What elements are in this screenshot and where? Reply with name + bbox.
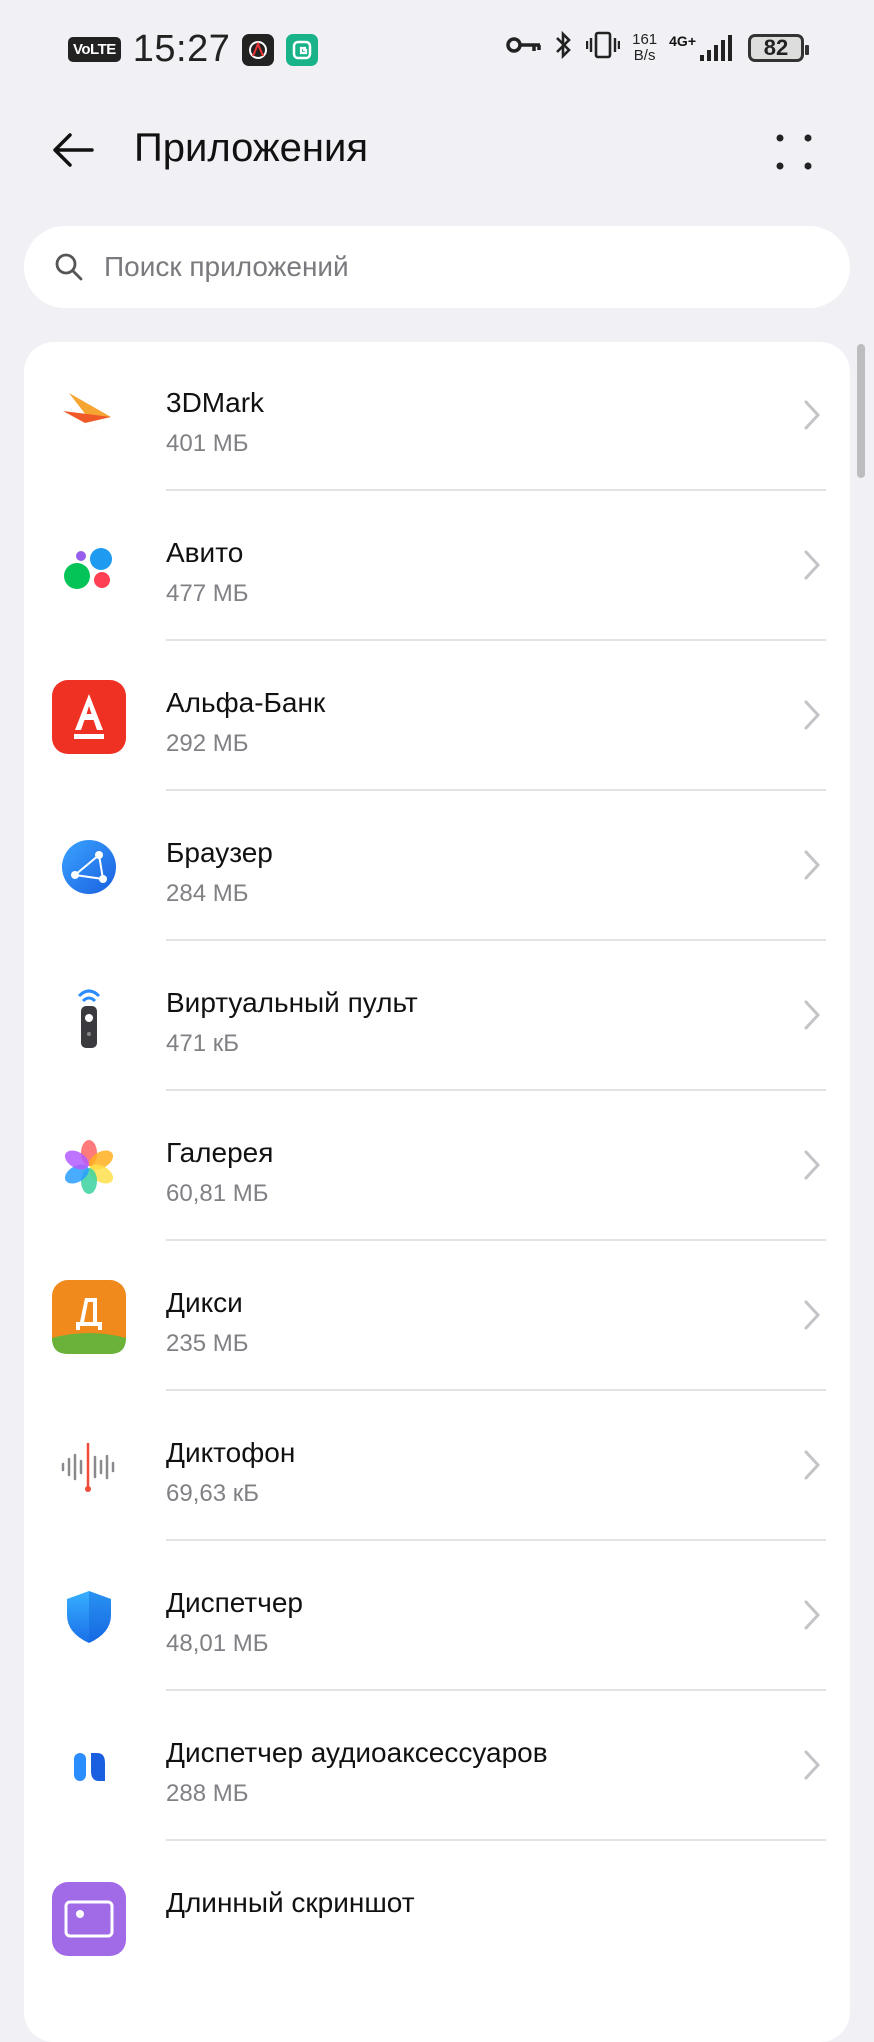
list-item[interactable]: 3DMark 401 МБ <box>24 342 850 491</box>
optimizer-icon <box>52 1580 126 1654</box>
long-screenshot-icon <box>52 1882 126 1956</box>
network-speed: 161 B/s <box>632 30 658 64</box>
app-size: 69,63 кБ <box>166 1480 259 1507</box>
list-item[interactable]: Галерея 60,81 МБ <box>24 1092 850 1241</box>
app-size: 288 МБ <box>166 1780 249 1807</box>
virtual-remote-icon <box>52 980 126 1054</box>
notification-app-icon <box>242 33 275 66</box>
recorder-icon <box>52 1430 126 1504</box>
app-name: Дикси <box>166 1287 243 1318</box>
chevron-right-icon <box>804 850 821 880</box>
volte-indicator: VoLTE <box>68 37 121 62</box>
list-item[interactable]: Диктофон 69,63 кБ <box>24 1392 850 1541</box>
app-name: 3DMark <box>166 387 265 418</box>
list-item[interactable]: Дикси 235 МБ <box>24 1242 850 1391</box>
list-item[interactable]: Авито 477 МБ <box>24 492 850 641</box>
chevron-right-icon <box>804 1300 821 1330</box>
app-size: 60,81 МБ <box>166 1180 269 1207</box>
divider <box>166 1239 826 1241</box>
app-name: Альфа-Банк <box>166 687 326 718</box>
avito-icon <box>52 530 126 604</box>
vibrate-icon <box>585 30 621 65</box>
chevron-right-icon <box>804 1000 821 1030</box>
more-dots-icon <box>776 134 812 170</box>
divider <box>166 639 826 641</box>
app-name: Длинный скриншот <box>166 1887 415 1918</box>
divider <box>166 1839 826 1841</box>
app-name: Авито <box>166 537 244 568</box>
browser-icon <box>52 830 126 904</box>
app-name: Диктофон <box>166 1437 296 1468</box>
app-name: Виртуальный пульт <box>166 987 418 1018</box>
list-item[interactable]: Альфа-Банк 292 МБ <box>24 642 850 791</box>
divider <box>166 1389 826 1391</box>
divider <box>166 939 826 941</box>
chevron-right-icon <box>804 700 821 730</box>
search-input[interactable]: Поиск приложений <box>24 226 850 308</box>
divider <box>166 789 826 791</box>
battery-icon: 82 <box>748 33 809 62</box>
arrow-left-icon <box>53 133 94 167</box>
status-bar: VoLTE 15:27 161 B/s 4G+ 82 <box>0 0 874 100</box>
app-name: Диспетчер <box>166 1587 303 1618</box>
bluetooth-icon <box>554 30 574 65</box>
chevron-right-icon <box>804 1600 821 1630</box>
search-icon <box>55 253 83 281</box>
app-size: 48,01 МБ <box>166 1630 269 1657</box>
list-item[interactable]: Браузер 284 МБ <box>24 792 850 941</box>
divider <box>166 489 826 491</box>
chevron-right-icon <box>804 1450 821 1480</box>
key-icon <box>506 34 542 61</box>
app-name: Диспетчер аудиоаксессуаров <box>166 1737 548 1768</box>
chevron-right-icon <box>804 550 821 580</box>
search-placeholder: Поиск приложений <box>104 251 349 282</box>
more-options-button[interactable] <box>772 130 816 174</box>
app-size: 292 МБ <box>166 730 249 757</box>
app-size: 401 МБ <box>166 430 249 457</box>
scrollbar[interactable] <box>857 344 865 478</box>
app-bar: Приложения <box>0 110 874 190</box>
chevron-right-icon <box>804 1150 821 1180</box>
gallery-icon <box>52 1130 126 1204</box>
divider <box>166 1089 826 1091</box>
list-item[interactable]: Виртуальный пульт 471 кБ <box>24 942 850 1091</box>
3dmark-icon <box>52 380 126 454</box>
list-item[interactable]: Длинный скриншот <box>24 1842 850 1991</box>
divider <box>166 1539 826 1541</box>
chevron-right-icon <box>804 1750 821 1780</box>
divider <box>166 1689 826 1691</box>
chevron-right-icon <box>804 400 821 430</box>
signal-icon: 4G+ <box>669 33 736 63</box>
app-size: 471 кБ <box>166 1030 239 1057</box>
back-button[interactable] <box>48 128 98 172</box>
app-name: Браузер <box>166 837 273 868</box>
dixy-icon <box>52 1280 126 1354</box>
app-name: Галерея <box>166 1137 274 1168</box>
page-title: Приложения <box>134 126 369 170</box>
app-size: 235 МБ <box>166 1330 249 1357</box>
list-item[interactable]: Диспетчер аудиоаксессуаров 288 МБ <box>24 1692 850 1841</box>
notification-app-icon-green <box>286 33 319 66</box>
alfa-bank-icon <box>52 680 126 754</box>
audio-accessories-icon <box>52 1730 126 1804</box>
clock: 15:27 <box>132 28 231 70</box>
app-size: 477 МБ <box>166 580 249 607</box>
app-list: 3DMark 401 МБ Авито 477 МБ Альфа-Банк 29… <box>24 342 850 2042</box>
list-item[interactable]: Диспетчер 48,01 МБ <box>24 1542 850 1691</box>
app-size: 284 МБ <box>166 880 249 907</box>
